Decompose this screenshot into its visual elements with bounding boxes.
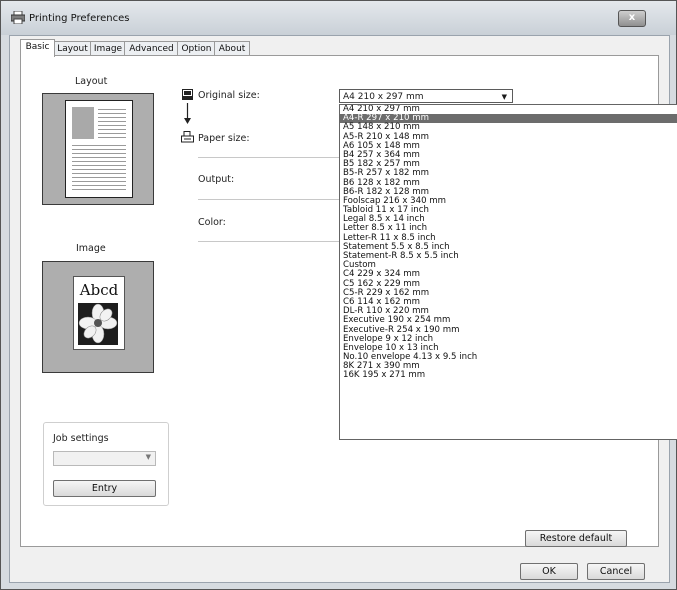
printer-icon [11,11,25,24]
color-label: Color: [198,217,226,228]
original-size-label: Original size: [198,90,260,101]
entry-button[interactable]: Entry [53,480,156,497]
dropdown-option[interactable]: 16K 195 x 271 mm [340,371,677,380]
tab-about[interactable]: About [214,41,250,56]
image-preview: Abcd [42,261,154,373]
job-settings-group: Job settings ▼ Entry [43,422,169,506]
layout-label: Layout [75,76,108,87]
original-size-select[interactable]: A4 210 x 297 mm ▼ [339,89,513,103]
tab-basic[interactable]: Basic [20,39,55,57]
basic-tab-panel: Layout Image Abcd Job settings ▼ Entry O… [20,55,677,547]
down-arrow-icon [184,103,191,124]
paper-size-label: Paper size: [198,133,250,144]
dropdown-option[interactable]: Statement-R 8.5 x 5.5 inch [340,251,677,261]
ok-button[interactable]: OK [520,563,578,580]
chevron-down-icon: ▼ [145,453,151,461]
flower-image-icon [78,303,118,345]
printing-preferences-window: Printing Preferences x Basic Layout Imag… [0,0,677,590]
image-label: Image [76,243,106,254]
tab-layout[interactable]: Layout [53,41,92,56]
window-title: Printing Preferences [29,13,130,24]
image-sample-text: Abcd [79,281,119,299]
tab-image[interactable]: Image [90,41,126,56]
close-button[interactable]: x [618,10,646,27]
layout-preview [42,93,154,205]
tab-option[interactable]: Option [177,41,216,56]
job-settings-select[interactable]: ▼ [53,451,156,466]
job-settings-label: Job settings [53,433,109,444]
image-sample-paper: Abcd [73,276,125,350]
original-size-value: A4 210 x 297 mm [343,92,424,102]
chevron-down-icon: ▼ [501,93,507,101]
original-size-dropdown-list[interactable]: A4 210 x 297 mm A4-R 297 x 210 mm A5 148 x… [339,104,677,440]
tab-advanced[interactable]: Advanced [124,41,179,56]
dialog-client-area: Basic Layout Image Advanced Option About… [9,35,677,583]
layout-paper-thumbnail [65,100,133,198]
title-bar: Printing Preferences x [1,1,676,35]
restore-default-button[interactable]: Restore default [525,530,627,547]
cancel-button[interactable]: Cancel [587,563,645,580]
output-label: Output: [198,174,235,185]
paper-size-icon [181,131,194,143]
original-size-icon [182,89,193,100]
